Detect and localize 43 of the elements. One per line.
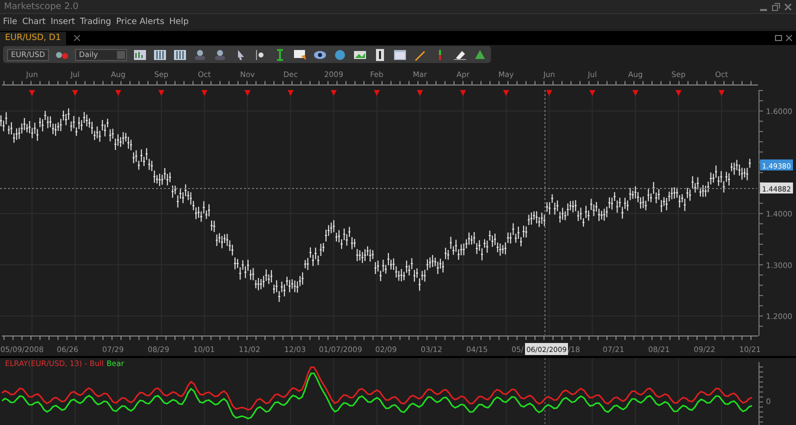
menu-item[interactable]: Insert bbox=[50, 16, 75, 26]
event-marker-icon[interactable] bbox=[72, 90, 78, 96]
note-icon[interactable] bbox=[293, 48, 307, 60]
image-icon[interactable] bbox=[353, 48, 367, 60]
event-marker-icon[interactable] bbox=[374, 90, 380, 96]
event-marker-icon[interactable] bbox=[158, 90, 164, 96]
bars-icon[interactable] bbox=[133, 48, 147, 60]
close-icon[interactable] bbox=[74, 35, 80, 41]
window-icon[interactable] bbox=[393, 48, 407, 60]
event-marker-icon[interactable] bbox=[503, 90, 510, 96]
eraser-icon[interactable] bbox=[453, 48, 467, 60]
restore-icon[interactable] bbox=[772, 2, 780, 10]
person-icon[interactable] bbox=[213, 48, 227, 60]
menu-item[interactable]: File bbox=[3, 16, 18, 26]
close-icon[interactable] bbox=[786, 35, 792, 41]
close-icon[interactable] bbox=[784, 2, 792, 10]
grid-icon[interactable] bbox=[153, 48, 167, 60]
menu-item[interactable]: Chart bbox=[22, 16, 46, 26]
menu-item[interactable]: Help bbox=[169, 16, 189, 26]
event-marker-icon[interactable] bbox=[29, 90, 35, 96]
event-marker-icon[interactable] bbox=[115, 90, 122, 96]
window-title: Marketscope 2.0 bbox=[4, 2, 79, 12]
event-marker-icon[interactable] bbox=[288, 90, 294, 96]
event-marker-icon[interactable] bbox=[244, 90, 250, 96]
person-icon[interactable] bbox=[193, 48, 207, 60]
event-marker-icon[interactable] bbox=[201, 90, 208, 96]
event-marker-icon[interactable] bbox=[546, 90, 552, 96]
event-marker-icon[interactable] bbox=[416, 90, 423, 96]
event-marker-icon[interactable] bbox=[460, 90, 466, 96]
pencil-icon[interactable] bbox=[413, 48, 427, 60]
event-marker-icon[interactable] bbox=[632, 90, 638, 96]
menu-item[interactable]: Trading bbox=[80, 16, 112, 26]
globe-icon[interactable] bbox=[333, 48, 347, 60]
event-marker-icon[interactable] bbox=[718, 90, 725, 96]
event-marker-icon[interactable] bbox=[589, 90, 596, 96]
maximize-icon[interactable] bbox=[775, 35, 782, 41]
event-marker-icon[interactable] bbox=[676, 90, 682, 96]
indicator-axis bbox=[758, 362, 764, 425]
grid-icon[interactable] bbox=[173, 48, 187, 60]
event-marker-icon[interactable] bbox=[330, 90, 337, 96]
eye-icon[interactable] bbox=[313, 48, 327, 60]
menu-item[interactable]: Price Alerts bbox=[116, 16, 164, 26]
chart-tab[interactable]: EUR/USD, D1 bbox=[0, 32, 66, 44]
